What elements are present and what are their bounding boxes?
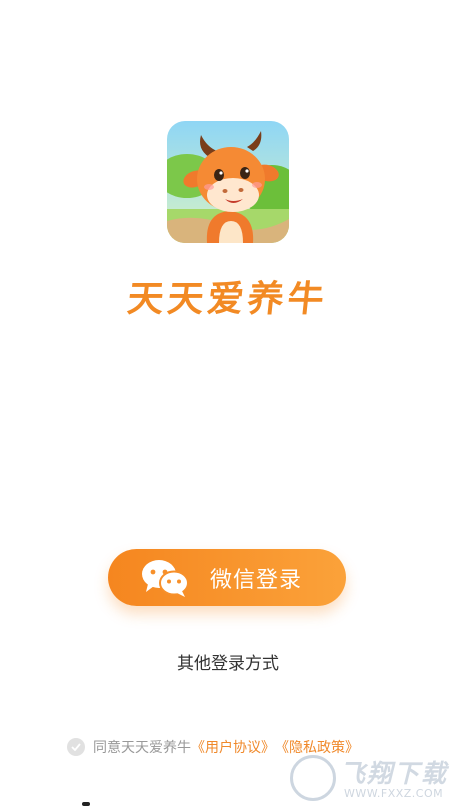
cow-mascot-logo-icon — [167, 121, 289, 243]
app-logo — [167, 121, 289, 243]
watermark-logo-icon — [290, 755, 336, 801]
watermark: 飞翔下载 WWW.FXXZ.COM — [290, 752, 456, 806]
home-indicator — [82, 802, 90, 806]
wechat-login-button[interactable]: 微信登录 — [108, 549, 346, 606]
agreement-checkbox[interactable] — [67, 738, 85, 756]
app-name-title: 天天爱养牛 — [125, 279, 330, 320]
agreement-prefix: 同意天天爱养牛 — [93, 740, 191, 756]
user-agreement-link[interactable]: 《用户协议》 — [191, 737, 275, 757]
watermark-title: 飞翔下载 — [340, 759, 449, 788]
other-login-methods-link[interactable]: 其他登录方式 — [0, 649, 456, 674]
watermark-url: WWW.FXXZ.COM — [344, 787, 444, 800]
checkmark-icon — [71, 743, 81, 751]
wechat-icon — [140, 558, 190, 598]
wechat-login-label: 微信登录 — [210, 567, 303, 593]
